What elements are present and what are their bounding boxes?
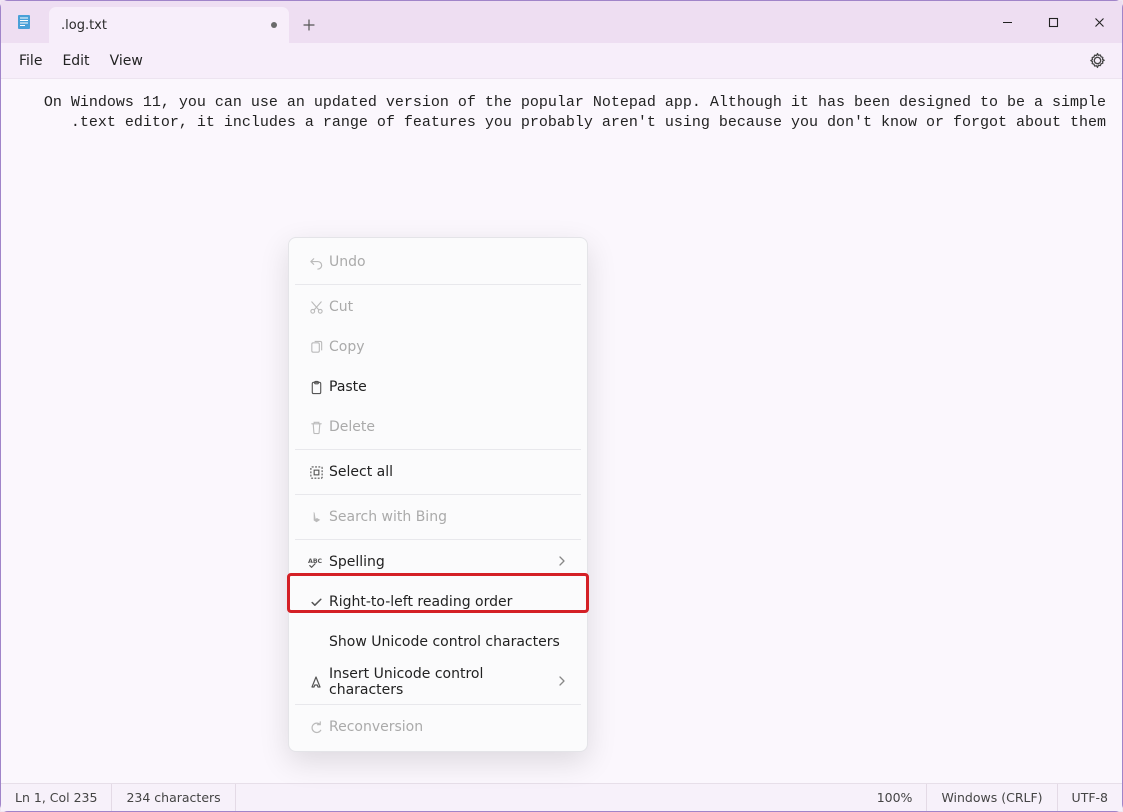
paste-icon [303,380,329,395]
menu-view[interactable]: View [100,47,153,75]
status-line-ending: Windows (CRLF) [927,784,1057,811]
context-rtl[interactable]: Right-to-left reading order [289,582,587,622]
context-cut-label: Cut [329,299,573,315]
separator [295,494,581,495]
context-cut: Cut [289,287,587,327]
undo-icon [303,255,329,270]
chevron-right-icon [557,674,573,690]
separator [295,284,581,285]
context-copy: Copy [289,327,587,367]
menu-edit[interactable]: Edit [52,47,99,75]
unsaved-indicator-icon [271,22,277,28]
separator [295,704,581,705]
spelling-icon: ABC [303,556,329,568]
status-encoding: UTF-8 [1058,784,1122,811]
context-spelling[interactable]: ABC Spelling [289,542,587,582]
context-search-bing: Search with Bing [289,497,587,537]
context-spelling-label: Spelling [329,554,557,570]
context-menu: Undo Cut Copy Paste Delete Select all Se… [288,237,588,752]
chevron-right-icon [557,554,573,570]
context-reconversion-label: Reconversion [329,719,573,735]
reconversion-icon [303,720,329,735]
context-copy-label: Copy [329,339,573,355]
context-undo-label: Undo [329,254,573,270]
context-show-unicode[interactable]: Show Unicode control characters [289,622,587,662]
context-delete: Delete [289,407,587,447]
status-position: Ln 1, Col 235 [1,784,112,811]
menu-bar: File Edit View [1,43,1122,79]
separator [295,539,581,540]
context-undo: Undo [289,242,587,282]
settings-button[interactable] [1080,44,1114,78]
maximize-button[interactable] [1030,1,1076,43]
context-insert-unicode-label: Insert Unicode control characters [329,666,557,698]
notepad-app-icon [11,1,37,43]
context-paste[interactable]: Paste [289,367,587,407]
status-bar: Ln 1, Col 235 234 characters 100% Window… [1,783,1122,811]
select-all-icon [303,465,329,480]
minimize-button[interactable] [984,1,1030,43]
insert-unicode-icon [303,675,329,689]
close-button[interactable] [1076,1,1122,43]
tab-title: .log.txt [61,18,107,33]
new-tab-button[interactable] [289,7,329,43]
context-delete-label: Delete [329,419,573,435]
context-rtl-label: Right-to-left reading order [329,594,573,610]
editor-content: On Windows 11, you can use an updated ve… [35,94,1106,131]
status-zoom[interactable]: 100% [863,784,928,811]
context-select-all-label: Select all [329,464,573,480]
context-paste-label: Paste [329,379,573,395]
separator [295,449,581,450]
context-reconversion: Reconversion [289,707,587,747]
document-tab[interactable]: .log.txt [49,7,289,43]
context-insert-unicode[interactable]: Insert Unicode control characters [289,662,587,702]
context-select-all[interactable]: Select all [289,452,587,492]
context-search-bing-label: Search with Bing [329,509,573,525]
copy-icon [303,340,329,355]
context-show-unicode-label: Show Unicode control characters [329,634,573,650]
cut-icon [303,300,329,315]
menu-file[interactable]: File [9,47,52,75]
bing-icon [303,510,329,525]
window-controls [984,1,1122,43]
title-bar: .log.txt [1,1,1122,43]
delete-icon [303,420,329,435]
check-icon [303,596,329,609]
status-characters: 234 characters [112,784,235,811]
